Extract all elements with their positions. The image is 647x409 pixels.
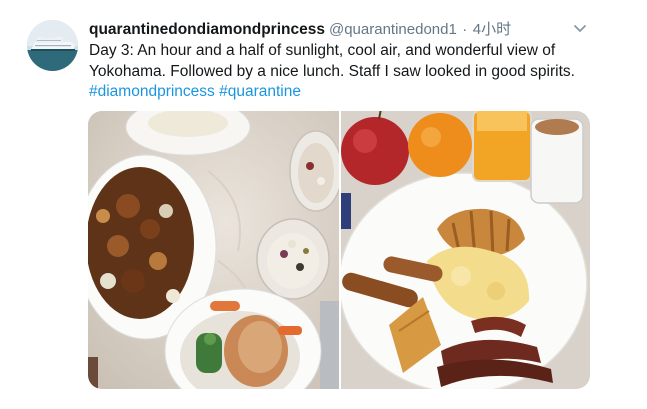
user-handle[interactable]: @quarantinedond1	[329, 21, 457, 38]
tweet-timestamp[interactable]: 4小时	[473, 21, 511, 38]
media-grid	[88, 111, 590, 389]
tweet-card[interactable]: quarantinedondiamondprincess @quarantined…	[0, 0, 647, 409]
hashtag-link[interactable]: #quarantine	[219, 83, 301, 100]
tweet-text-line: Day 3: An hour and a half of sunlight, c…	[89, 42, 556, 59]
separator-dot: ·	[462, 21, 468, 38]
breakfast-photo[interactable]	[338, 111, 590, 389]
tweet-text-line: Yokohama. Followed by a nice lunch. Staf…	[89, 62, 575, 80]
hashtag-link[interactable]: #diamondprincess	[89, 83, 215, 100]
hashtag-line: #diamondprincess #quarantine	[89, 82, 619, 103]
display-name[interactable]: quarantinedondiamondprincess	[89, 21, 325, 38]
avatar[interactable]	[27, 20, 78, 71]
tweet-text: Day 3: An hour and a half of sunlight, c…	[89, 41, 619, 103]
cruise-ship-avatar-image	[27, 20, 78, 71]
lunch-photo[interactable]	[88, 111, 343, 389]
tweet-header: quarantinedondiamondprincess @quarantined…	[89, 18, 609, 42]
chevron-down-icon[interactable]	[572, 22, 588, 34]
